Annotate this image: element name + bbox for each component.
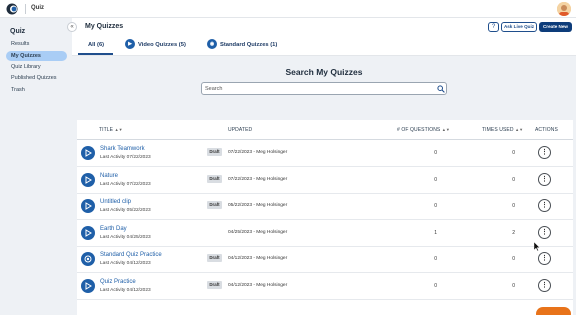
video-quiz-icon xyxy=(81,146,95,160)
chevron-left-icon: « xyxy=(70,24,74,30)
tab-standard-quizzes[interactable]: ◉ Standard Quizzes (1) xyxy=(207,39,277,53)
questions-count: 0 xyxy=(434,177,437,183)
updated-cell: 07/22/2023 - Meg Holsinger xyxy=(228,150,288,155)
sidebar-item-my-quizzes[interactable]: My Quizzes xyxy=(6,51,67,61)
app-title: Quiz xyxy=(31,5,44,11)
column-header-actions: ACTIONS xyxy=(535,127,558,133)
mouse-cursor-icon xyxy=(534,242,540,251)
times-used-count: 2 xyxy=(512,230,515,236)
quiz-title-link[interactable]: Quiz Practice xyxy=(100,279,136,285)
sort-icon: ▲▼ xyxy=(441,127,450,132)
column-header-title[interactable]: TITLE ▲▼ xyxy=(99,127,123,133)
times-used-count: 0 xyxy=(512,150,515,156)
times-used-count: 0 xyxy=(512,283,515,289)
sidebar-heading: Quiz xyxy=(10,28,26,35)
quiz-icon: ◉ xyxy=(207,39,217,50)
last-activity: Last Activity 07/22/2023 xyxy=(100,182,151,187)
sort-icon: ▲▼ xyxy=(114,127,123,132)
floating-action-button[interactable] xyxy=(536,307,571,315)
tab-standard-label: Standard Quizzes (1) xyxy=(220,42,278,48)
status-badge: Draft xyxy=(207,201,222,209)
column-header-times-used[interactable]: TIMES USED ▲▼ xyxy=(482,127,523,133)
tab-all[interactable]: All (6) xyxy=(88,39,104,53)
quiz-title-link[interactable]: Earth Day xyxy=(100,226,127,232)
status-badge: Draft xyxy=(207,281,222,289)
quiz-title-link[interactable]: Standard Quiz Practice xyxy=(100,252,162,258)
table-row[interactable]: Standard Quiz Practice Last Activity 04/1… xyxy=(77,246,573,273)
updated-cell: 04/12/2023 - Meg Holsinger xyxy=(228,256,288,261)
play-icon: ▶ xyxy=(125,39,135,50)
ask-live-quiz-button[interactable]: Ask Live Quiz xyxy=(501,22,537,32)
status-badge: Draft xyxy=(207,175,222,183)
sidebar-item-trash[interactable]: Trash xyxy=(6,85,67,95)
questions-count: 0 xyxy=(434,150,437,156)
more-actions-icon[interactable]: ⋮ xyxy=(538,146,551,159)
questions-count: 0 xyxy=(434,256,437,262)
sidebar-item-quiz-library[interactable]: Quiz Library xyxy=(6,62,67,72)
quiz-title-link[interactable]: Untitled clip xyxy=(100,199,131,205)
tab-all-label: All (6) xyxy=(88,42,105,48)
standard-quiz-icon xyxy=(81,252,95,266)
last-activity: Last Activity 05/22/2023 xyxy=(100,208,151,213)
last-activity: Last Activity 07/22/2023 xyxy=(100,155,151,160)
times-used-count: 0 xyxy=(512,256,515,262)
last-activity: Last Activity 04/12/2023 xyxy=(100,261,151,266)
status-badge: Draft xyxy=(207,254,222,262)
tab-video-quizzes[interactable]: ▶ Video Quizzes (5) xyxy=(125,39,186,53)
last-activity: Last Activity 04/12/2023 xyxy=(100,288,151,293)
updated-cell: 04/25/2023 - Meg Holsinger xyxy=(228,230,288,235)
more-actions-icon[interactable]: ⋮ xyxy=(538,173,551,186)
tab-video-label: Video Quizzes (5) xyxy=(138,42,186,48)
video-quiz-icon xyxy=(81,226,95,240)
updated-cell: 05/22/2023 - Meg Holsinger xyxy=(228,203,288,208)
table-row[interactable]: Earth Day Last Activity 04/25/2023 04/25/2… xyxy=(77,220,573,247)
help-button[interactable]: ? xyxy=(488,22,499,32)
updated-cell: 04/12/2023 - Meg Holsinger xyxy=(228,283,288,288)
table-row[interactable]: Shark Teamwork Last Activity 07/22/2023 Dr… xyxy=(77,140,573,167)
column-questions-label: # OF QUESTIONS xyxy=(397,127,441,133)
avatar[interactable] xyxy=(557,2,571,16)
discovery-logo-icon[interactable] xyxy=(6,3,20,15)
table-row[interactable]: Nature Last Activity 07/22/2023 Draft 07/22… xyxy=(77,167,573,194)
column-header-questions[interactable]: # OF QUESTIONS ▲▼ xyxy=(397,127,450,133)
more-actions-icon[interactable]: ⋮ xyxy=(538,252,551,265)
user-avatar-icon xyxy=(557,2,571,16)
times-used-count: 0 xyxy=(512,177,515,183)
last-activity: Last Activity 04/25/2023 xyxy=(100,235,151,240)
questions-count: 0 xyxy=(434,283,437,289)
collapse-sidebar-button[interactable]: « xyxy=(67,22,77,32)
active-tab-indicator xyxy=(78,53,113,55)
sort-icon: ▲▼ xyxy=(515,127,524,132)
video-quiz-icon xyxy=(81,279,95,293)
search-input[interactable] xyxy=(205,84,430,93)
video-quiz-icon xyxy=(81,173,95,187)
create-new-button[interactable]: Create New xyxy=(539,22,572,32)
top-separator xyxy=(25,4,26,14)
table-row[interactable]: Untitled clip Last Activity 05/22/2023 Dra… xyxy=(77,193,573,220)
status-badge: Draft xyxy=(207,148,222,156)
more-actions-icon[interactable]: ⋮ xyxy=(538,199,551,212)
video-quiz-icon xyxy=(81,199,95,213)
sidebar-item-published-quizzes[interactable]: Published Quizzes xyxy=(6,73,67,83)
quiz-title-link[interactable]: Shark Teamwork xyxy=(100,146,145,152)
more-actions-icon[interactable]: ⋮ xyxy=(538,226,551,239)
more-actions-icon[interactable]: ⋮ xyxy=(538,279,551,292)
search-heading: Search My Quizzes xyxy=(285,67,363,77)
quiz-title-link[interactable]: Nature xyxy=(100,173,118,179)
updated-cell: 07/22/2023 - Meg Holsinger xyxy=(228,177,288,182)
column-title-label: TITLE xyxy=(99,127,114,133)
column-header-updated: UPDATED xyxy=(228,127,253,133)
top-bar: Quiz xyxy=(0,0,576,18)
column-times-used-label: TIMES USED xyxy=(482,127,514,133)
search-icon[interactable] xyxy=(437,85,445,93)
table-row[interactable]: Quiz Practice Last Activity 04/12/2023 Dra… xyxy=(77,273,573,300)
search-box[interactable] xyxy=(201,82,447,95)
page-title: My Quizzes xyxy=(85,23,124,30)
sidebar-item-results[interactable]: Results xyxy=(6,39,67,49)
times-used-count: 0 xyxy=(512,203,515,209)
questions-count: 0 xyxy=(434,203,437,209)
questions-count: 1 xyxy=(434,230,437,236)
